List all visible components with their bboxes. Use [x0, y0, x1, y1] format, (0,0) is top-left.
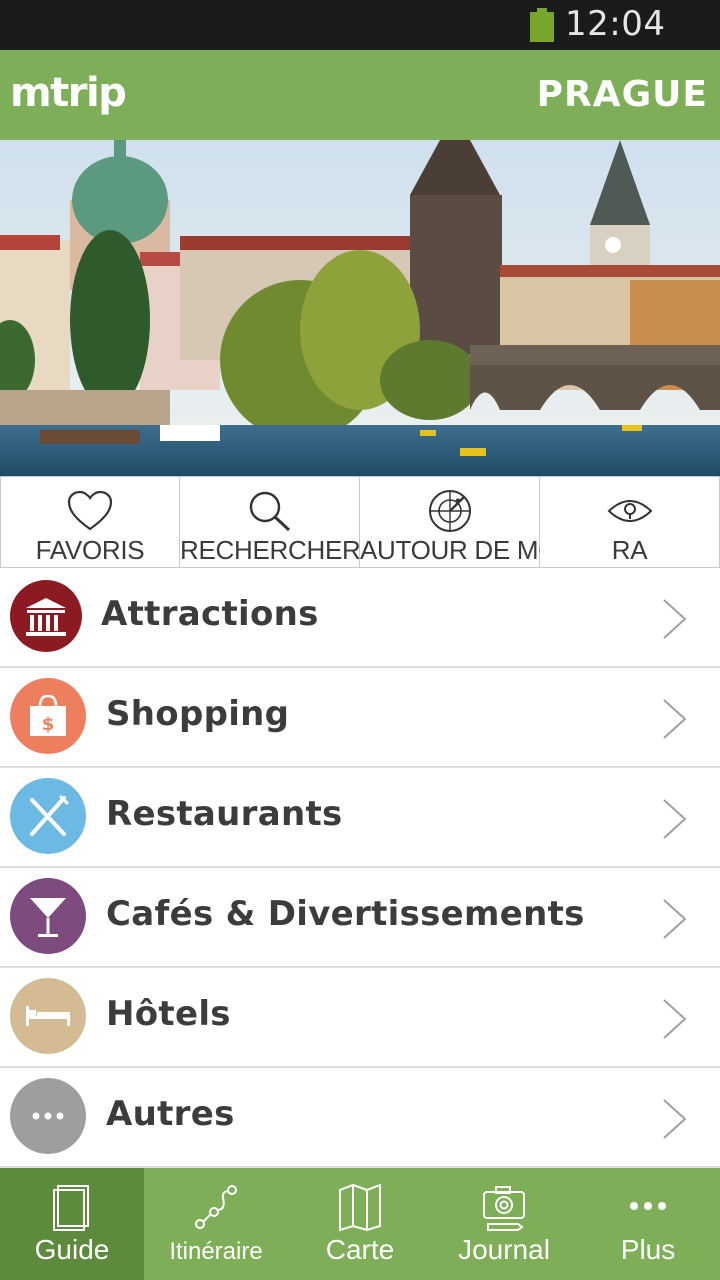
- radar-icon: [428, 490, 471, 532]
- map-icon: [339, 1183, 381, 1232]
- category-label: Attractions: [101, 594, 319, 634]
- heart-icon: [67, 490, 113, 531]
- category-label: Shopping: [106, 694, 290, 734]
- tab-label: Carte: [325, 1234, 395, 1265]
- chevron-right-icon: [663, 799, 687, 839]
- autour-de-moi-button[interactable]: AUTOUR DE MOI: [360, 476, 566, 568]
- shopping-bag-icon: $: [10, 678, 86, 754]
- eye-icon: [607, 500, 652, 522]
- category-label: Restaurants: [106, 794, 343, 834]
- tab-journal[interactable]: Journal: [432, 1168, 576, 1280]
- chevron-right-icon: [663, 999, 687, 1039]
- chevron-right-icon: [663, 599, 687, 639]
- museum-icon: [10, 580, 82, 652]
- category-label: Hôtels: [106, 994, 231, 1034]
- app-bar: mtrip PRAGUE: [0, 50, 720, 140]
- status-bar: 12:04 PM: [0, 0, 720, 84]
- tab-carte[interactable]: Carte: [288, 1168, 432, 1280]
- tab-guide[interactable]: Guide: [0, 1168, 144, 1280]
- category-hotels[interactable]: Hôtels: [0, 968, 720, 1068]
- ra-button[interactable]: RA: [540, 476, 720, 568]
- category-attractions[interactable]: Attractions: [0, 568, 720, 668]
- favoris-button[interactable]: FAVORIS: [0, 476, 180, 568]
- favoris-label: FAVORIS: [35, 535, 145, 565]
- app-logo[interactable]: mtrip: [10, 70, 127, 116]
- category-restaurants[interactable]: Restaurants: [0, 768, 720, 868]
- tab-label: Plus: [620, 1234, 676, 1265]
- more-icon: [10, 1078, 86, 1154]
- cocktail-icon: [10, 878, 86, 954]
- book-icon: [53, 1185, 89, 1231]
- quick-actions: FAVORIS RECHERCHER AUTOUR DE MOI RA: [0, 476, 720, 568]
- route-icon: [195, 1185, 237, 1229]
- category-cafes[interactable]: Cafés & Divertissements: [0, 868, 720, 968]
- hero-image: [0, 140, 720, 476]
- tab-label: Itinéraire: [169, 1238, 263, 1265]
- rechercher-button[interactable]: RECHERCHER: [180, 476, 361, 568]
- chevron-right-icon: [663, 1099, 687, 1139]
- tab-label: Journal: [458, 1234, 550, 1265]
- tab-itineraire[interactable]: Itinéraire: [144, 1168, 288, 1280]
- tab-label: Guide: [34, 1234, 110, 1265]
- battery-icon: [530, 8, 554, 42]
- ra-label: RA: [611, 535, 648, 565]
- category-autres[interactable]: Autres: [0, 1068, 720, 1168]
- category-list: Attractions $ Shopping Restaurants Cafés…: [0, 568, 720, 1168]
- category-label: Autres: [106, 1094, 235, 1134]
- category-shopping[interactable]: $ Shopping: [0, 668, 720, 768]
- rechercher-label: RECHERCHER: [180, 535, 361, 565]
- chevron-right-icon: [663, 899, 687, 939]
- search-icon: [249, 491, 290, 532]
- city-title[interactable]: PRAGUE: [537, 74, 708, 115]
- category-label: Cafés & Divertissements: [106, 894, 585, 934]
- more-dots-icon: [630, 1202, 666, 1210]
- chevron-right-icon: [663, 699, 687, 739]
- fork-knife-icon: [10, 778, 86, 854]
- svg-text:$: $: [42, 714, 55, 735]
- bottom-tab-bar: Guide Itinéraire Carte Journal Plus: [0, 1168, 720, 1280]
- bed-icon: [10, 978, 86, 1054]
- tab-plus[interactable]: Plus: [576, 1168, 720, 1280]
- autour-de-moi-label: AUTOUR DE MOI: [360, 535, 566, 565]
- camera-icon: [483, 1186, 525, 1231]
